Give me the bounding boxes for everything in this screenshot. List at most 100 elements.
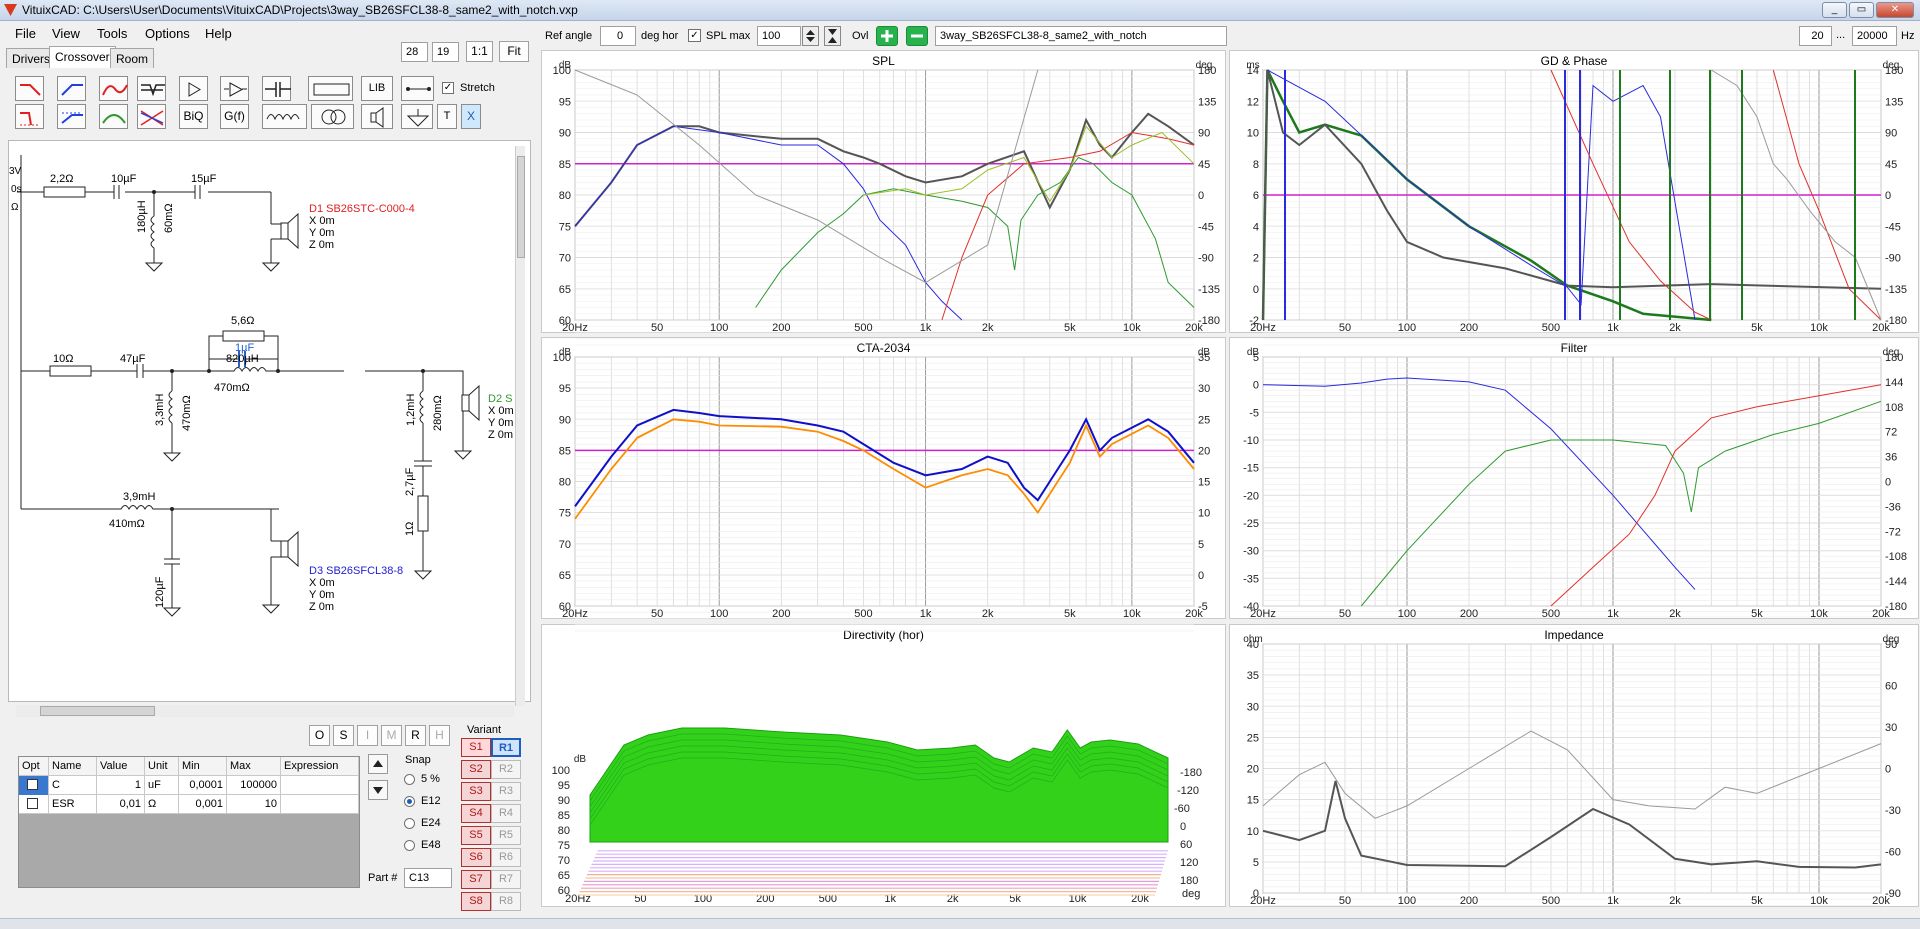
cta-xtick: 5k — [1064, 608, 1076, 620]
spl-xtick: 200 — [772, 322, 790, 334]
gd-ytick-left: 6 — [1253, 190, 1259, 202]
dir-ytick: 70 — [558, 855, 570, 867]
filter-ytick-left: -25 — [1243, 518, 1259, 530]
spl-ytick-left: 95 — [559, 96, 571, 108]
gd-ytick-right: -90 — [1885, 253, 1901, 265]
imp-xtick: 5k — [1751, 895, 1763, 907]
spl-ytick-right: 0 — [1198, 190, 1204, 202]
dir-angle-tick: -120 — [1177, 785, 1199, 797]
imp-xtick: 200 — [1460, 895, 1478, 907]
filter-yunit-left: dB — [1247, 347, 1260, 358]
filter-ytick-left: 0 — [1253, 380, 1259, 392]
imp-ytick-right: 0 — [1885, 764, 1891, 776]
spl-xtick: 1k — [920, 322, 932, 334]
spl-ytick-left: 70 — [559, 253, 571, 265]
gd-ytick-right: 90 — [1885, 128, 1897, 140]
dir-angle-tick: -60 — [1174, 803, 1190, 815]
gd-ytick-right: -45 — [1885, 221, 1901, 233]
spl-ytick-right: 45 — [1198, 159, 1210, 171]
dir-ytick: 75 — [558, 840, 570, 852]
gd-xtick: 5k — [1751, 322, 1763, 334]
filter-xtick: 10k — [1810, 608, 1828, 620]
dir-angle-tick: 120 — [1180, 857, 1198, 869]
spl-xtick: 2k — [982, 322, 994, 334]
filter-xtick: 200 — [1460, 608, 1478, 620]
dir-ytick: 90 — [558, 795, 570, 807]
cta-ytick-left: 75 — [559, 508, 571, 520]
cta-ytick-left: 80 — [559, 477, 571, 489]
gd-ytick-left: 10 — [1247, 128, 1259, 140]
cta-xtick: 10k — [1123, 608, 1141, 620]
dir-ytick: 85 — [558, 810, 570, 822]
gd-ytick-right: 135 — [1885, 96, 1903, 108]
gd-ytick-right: -135 — [1885, 284, 1907, 296]
cta-yunit-left: dB — [559, 347, 572, 358]
cta-xtick: 200 — [772, 608, 790, 620]
cta-xtick: 20Hz — [562, 608, 588, 620]
cta-ytick-right: 25 — [1198, 414, 1210, 426]
dir-ytick: 95 — [558, 780, 570, 792]
spl-xtick: 20Hz — [562, 322, 588, 334]
spl-xtick: 10k — [1123, 322, 1141, 334]
cta-xtick: 20k — [1185, 608, 1203, 620]
filter-ytick-left: -30 — [1243, 546, 1259, 558]
imp-ytick-left: 20 — [1247, 764, 1259, 776]
dir-ytick: 65 — [558, 870, 570, 882]
imp-yunit-right: deg — [1883, 634, 1900, 645]
spl-xtick: 50 — [651, 322, 663, 334]
filter-ytick-right: 108 — [1885, 402, 1903, 414]
cta-yunit-right: dB — [1198, 347, 1211, 358]
cta-ytick-right: 10 — [1198, 508, 1210, 520]
spl-xtick: 100 — [710, 322, 728, 334]
spl-yunit-right: deg — [1196, 60, 1213, 71]
gd-ytick-left: 4 — [1253, 221, 1259, 233]
filter-xtick: 500 — [1542, 608, 1560, 620]
filter-xtick: 1k — [1607, 608, 1619, 620]
imp-ytick-left: 15 — [1247, 795, 1259, 807]
cta-ytick-right: 20 — [1198, 445, 1210, 457]
cta-xtick: 50 — [651, 608, 663, 620]
dir-ytick: 80 — [558, 825, 570, 837]
gd-xtick: 100 — [1398, 322, 1416, 334]
gd-xtick: 200 — [1460, 322, 1478, 334]
imp-xtick: 1k — [1607, 895, 1619, 907]
dir-ytick: 100 — [552, 765, 570, 777]
dir-yunit: dB — [574, 754, 587, 765]
cta-ytick-right: 15 — [1198, 477, 1210, 489]
gd-xtick: 500 — [1542, 322, 1560, 334]
imp-yunit-left: ohm — [1243, 634, 1262, 645]
imp-xtick: 10k — [1810, 895, 1828, 907]
gd-ytick-left: 0 — [1253, 284, 1259, 296]
gd-ytick-right: 0 — [1885, 190, 1891, 202]
imp-ytick-right: -30 — [1885, 805, 1901, 817]
filter-xtick: 2k — [1669, 608, 1681, 620]
filter-xtick: 20Hz — [1250, 608, 1276, 620]
gd-ytick-left: 2 — [1253, 253, 1259, 265]
filter-ytick-right: -36 — [1885, 501, 1901, 513]
cta-ytick-left: 65 — [559, 570, 571, 582]
cta-xtick: 500 — [854, 608, 872, 620]
cta-ytick-right: 5 — [1198, 539, 1204, 551]
cta-ytick-left: 85 — [559, 445, 571, 457]
filter-ytick-right: 0 — [1885, 477, 1891, 489]
filter-xtick: 5k — [1751, 608, 1763, 620]
filter-ytick-right: 72 — [1885, 427, 1897, 439]
dir-surface — [589, 727, 1169, 843]
gd-xtick: 20Hz — [1250, 322, 1276, 334]
cta-xtick: 2k — [982, 608, 994, 620]
filter-ytick-left: -35 — [1243, 573, 1259, 585]
imp-xtick: 500 — [1542, 895, 1560, 907]
gd-xtick: 20k — [1872, 322, 1890, 334]
cta-ytick-right: 0 — [1198, 570, 1204, 582]
gd-xtick: 1k — [1607, 322, 1619, 334]
charts-layer: 100959085807570656018013590450-45-90-135… — [552, 60, 1907, 919]
cta-ytick-left: 70 — [559, 539, 571, 551]
dir-angle-tick: -180 — [1180, 767, 1202, 779]
dir-angle-tick: 180 — [1180, 875, 1198, 887]
spl-xtick: 500 — [854, 322, 872, 334]
filter-ytick-right: -72 — [1885, 526, 1901, 538]
spl-ytick-left: 85 — [559, 159, 571, 171]
cta-ytick-left: 90 — [559, 414, 571, 426]
imp-xtick: 20k — [1872, 895, 1890, 907]
imp-ytick-right: 60 — [1885, 681, 1897, 693]
